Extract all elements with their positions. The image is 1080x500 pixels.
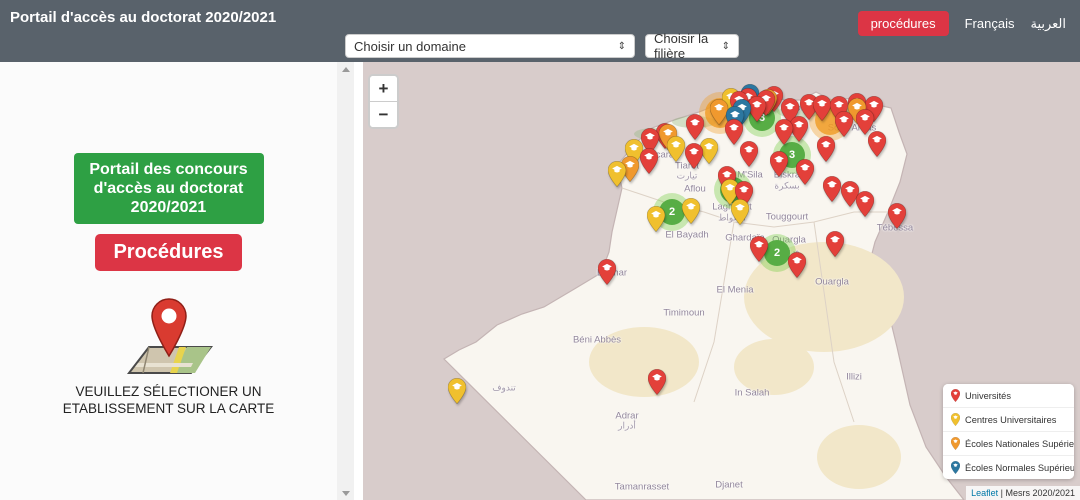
map-pin-icon [119, 297, 219, 379]
legend-item-label: Universités [965, 391, 1011, 401]
filiere-select-value: Choisir la filière [654, 31, 712, 61]
map-marker-university[interactable] [856, 191, 874, 217]
map-marker-centre-universitaire[interactable] [608, 161, 626, 187]
page-title: Portail d'accès au doctorat 2020/2021 [10, 9, 276, 26]
zoom-out-button[interactable]: − [370, 102, 397, 127]
map-place-label: تيارت [677, 171, 698, 182]
lang-french-link[interactable]: Français [965, 16, 1015, 31]
map-marker-centre-universitaire[interactable] [667, 136, 685, 162]
app-window: Portail d'accès au doctorat 2020/2021 pr… [0, 0, 1080, 500]
domain-select-value: Choisir un domaine [354, 39, 466, 54]
map-marker-university[interactable] [826, 231, 844, 257]
legend-item-university: Universités [943, 384, 1074, 408]
map-place-label: Touggourt [766, 212, 808, 223]
map-marker-centre-universitaire[interactable] [731, 199, 749, 225]
filiere-select[interactable]: Choisir la filière ⇕ [645, 34, 739, 58]
map-place-label: Timimoun [663, 308, 704, 319]
map-place-label: Ouargla [815, 277, 849, 288]
zoom-in-button[interactable]: + [370, 76, 397, 102]
map-marker-university[interactable] [796, 159, 814, 185]
scroll-down-arrow-icon[interactable] [337, 486, 354, 500]
select-updown-arrows-icon: ⇕ [612, 41, 626, 52]
map-marker-university[interactable] [648, 369, 666, 395]
map-place-label: In Salah [735, 388, 770, 399]
legend-item-centre-universitaire: Centres Universitaires [943, 408, 1074, 432]
attribution-credit: Mesrs 2020/2021 [1005, 488, 1075, 498]
map-place-label: El Menia [717, 285, 754, 296]
map-place-label: Aflou [684, 184, 706, 195]
top-navbar: Portail d'accès au doctorat 2020/2021 pr… [0, 0, 1080, 62]
domain-select[interactable]: Choisir un domaine ⇕ [345, 34, 635, 58]
sidebar-scrollbar[interactable] [337, 62, 354, 500]
map-marker-university[interactable] [740, 141, 758, 167]
map-attribution: Leaflet | Mesrs 2020/2021 [966, 486, 1080, 500]
map-marker-university[interactable] [750, 236, 768, 262]
legend-item-ecole-nationale: Écoles Nationales Supérieures [943, 432, 1074, 456]
scroll-up-arrow-icon[interactable] [337, 62, 354, 76]
map-marker-university[interactable] [817, 136, 835, 162]
map-place-label: Djanet [715, 480, 742, 491]
map-marker-university[interactable] [868, 131, 886, 157]
map-place-label: Béni Abbès [573, 335, 621, 346]
map-legend: Universités Centres Universitaires École… [943, 384, 1074, 479]
zoom-control: + − [368, 74, 399, 129]
map-place-label: Illizi [846, 372, 862, 383]
sidebar-procedures-button[interactable]: Procédures [95, 234, 241, 271]
sidebar-panel: Portail des concours d'accès au doctorat… [0, 62, 337, 500]
portal-banner: Portail des concours d'accès au doctorat… [74, 153, 264, 224]
map-marker-university[interactable] [823, 176, 841, 202]
map-marker-university[interactable] [685, 143, 703, 169]
map-marker-university[interactable] [813, 95, 831, 121]
legend-item-label: Centres Universitaires [965, 415, 1056, 425]
map-marker-university[interactable] [888, 203, 906, 229]
map-marker-centre-universitaire[interactable] [448, 378, 466, 404]
map-place-label: تندوف [492, 383, 516, 394]
leaflet-link[interactable]: Leaflet [971, 488, 998, 498]
map-marker-centre-universitaire[interactable] [647, 206, 665, 232]
map-marker-university[interactable] [598, 259, 616, 285]
navbar-actions: procédures Français العربية [858, 11, 1066, 36]
map-place-label: Tamanrasset [615, 482, 669, 493]
map-marker-university[interactable] [770, 151, 788, 177]
map-marker-university[interactable] [640, 148, 658, 174]
legend-item-ecole-normale: Écoles Normales Supérieures [943, 456, 1074, 479]
instruction-text: VEUILLEZ SÉLECTIONER UN ETABLISSEMENT SU… [19, 383, 319, 417]
map-marker-centre-universitaire[interactable] [682, 198, 700, 224]
map-place-label: El Bayadh [665, 230, 708, 241]
leaflet-map[interactable]: 33322MascaraTiaretتيارتAflouLaghouatالأغ… [354, 62, 1080, 500]
map-marker-university[interactable] [775, 119, 793, 145]
procedures-button[interactable]: procédures [858, 11, 949, 36]
legend-item-label: Écoles Normales Supérieures [965, 463, 1074, 473]
map-marker-university[interactable] [835, 111, 853, 137]
map-place-label: أدرار [618, 421, 636, 432]
map-marker-university[interactable] [788, 252, 806, 278]
lang-arabic-link[interactable]: العربية [1030, 16, 1066, 32]
legend-item-label: Écoles Nationales Supérieures [965, 439, 1074, 449]
map-marker-university[interactable] [686, 114, 704, 140]
select-updown-arrows-icon: ⇕ [716, 41, 730, 52]
